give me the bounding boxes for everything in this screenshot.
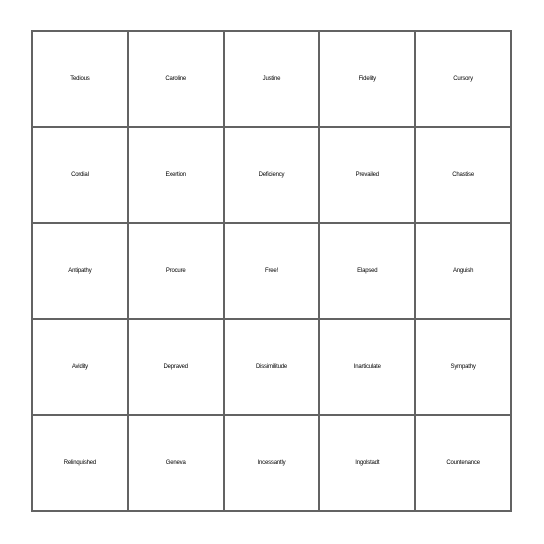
bingo-cell-label: Antipathy bbox=[68, 268, 92, 274]
bingo-cell-label: Cordial bbox=[71, 172, 89, 178]
bingo-cell[interactable]: Fidelity bbox=[320, 32, 417, 128]
bingo-cell-label: Procure bbox=[165, 268, 186, 274]
bingo-cell-label: Depraved bbox=[163, 364, 188, 370]
bingo-cell-label: Geneva bbox=[165, 460, 186, 466]
bingo-cell[interactable]: Exertion bbox=[128, 128, 225, 224]
bingo-cell-label: Sympathy bbox=[450, 364, 476, 370]
bingo-cell[interactable]: Deficiency bbox=[224, 128, 321, 224]
bingo-cell-label: Incessantly bbox=[257, 460, 286, 466]
bingo-cell[interactable]: Geneva bbox=[128, 416, 225, 512]
bingo-cell-label: Dissimilitude bbox=[255, 364, 288, 370]
bingo-cell-label: Caroline bbox=[165, 76, 187, 82]
bingo-cell-label: Avidity bbox=[71, 364, 88, 370]
bingo-free-space[interactable]: Free! bbox=[224, 224, 321, 320]
bingo-cell-label: Anguish bbox=[452, 268, 474, 274]
bingo-cell[interactable]: Cordial bbox=[33, 128, 129, 224]
bingo-cell[interactable]: Anguish bbox=[416, 224, 512, 320]
bingo-cell-label: Justine bbox=[262, 76, 281, 82]
bingo-cell[interactable]: Caroline bbox=[128, 32, 225, 128]
bingo-cell[interactable]: Procure bbox=[128, 224, 225, 320]
bingo-cell-label: Elapsed bbox=[357, 268, 378, 274]
bingo-cell[interactable]: Relinquished bbox=[33, 416, 129, 512]
bingo-cell-label: Exertion bbox=[165, 172, 186, 178]
bingo-cell[interactable]: Cursory bbox=[416, 32, 512, 128]
bingo-cell-label: Tedious bbox=[70, 76, 90, 82]
bingo-cell-label: Relinquished bbox=[63, 460, 97, 466]
bingo-cell[interactable]: Justine bbox=[224, 32, 321, 128]
bingo-cell[interactable]: Prevailed bbox=[320, 128, 417, 224]
bingo-cell[interactable]: Sympathy bbox=[416, 320, 512, 416]
free-space-label: Free! bbox=[264, 268, 278, 274]
bingo-cell-label: Ingolstadt bbox=[355, 460, 380, 466]
bingo-cell[interactable]: Inarticulate bbox=[320, 320, 417, 416]
bingo-cell[interactable]: Tedious bbox=[33, 32, 129, 128]
bingo-cell-label: Cursory bbox=[453, 76, 473, 82]
bingo-cell-label: Chastise bbox=[452, 172, 474, 178]
bingo-cell[interactable]: Countenance bbox=[416, 416, 512, 512]
bingo-cell[interactable]: Depraved bbox=[128, 320, 225, 416]
bingo-cell[interactable]: Chastise bbox=[416, 128, 512, 224]
bingo-cell[interactable]: Elapsed bbox=[320, 224, 417, 320]
bingo-cell-label: Prevailed bbox=[355, 172, 379, 178]
bingo-cell-label: Countenance bbox=[446, 460, 480, 466]
bingo-cell[interactable]: Antipathy bbox=[33, 224, 129, 320]
bingo-cell-label: Fidelity bbox=[358, 76, 377, 82]
bingo-card: Tedious Caroline Justine Fidelity Cursory Cor… bbox=[31, 30, 512, 512]
bingo-cell[interactable]: Ingolstadt bbox=[320, 416, 417, 512]
bingo-cell[interactable]: Incessantly bbox=[224, 416, 321, 512]
bingo-cell[interactable]: Dissimilitude bbox=[224, 320, 321, 416]
bingo-cell[interactable]: Avidity bbox=[33, 320, 129, 416]
bingo-cell-label: Inarticulate bbox=[353, 364, 381, 370]
bingo-cell-label: Deficiency bbox=[258, 172, 285, 178]
